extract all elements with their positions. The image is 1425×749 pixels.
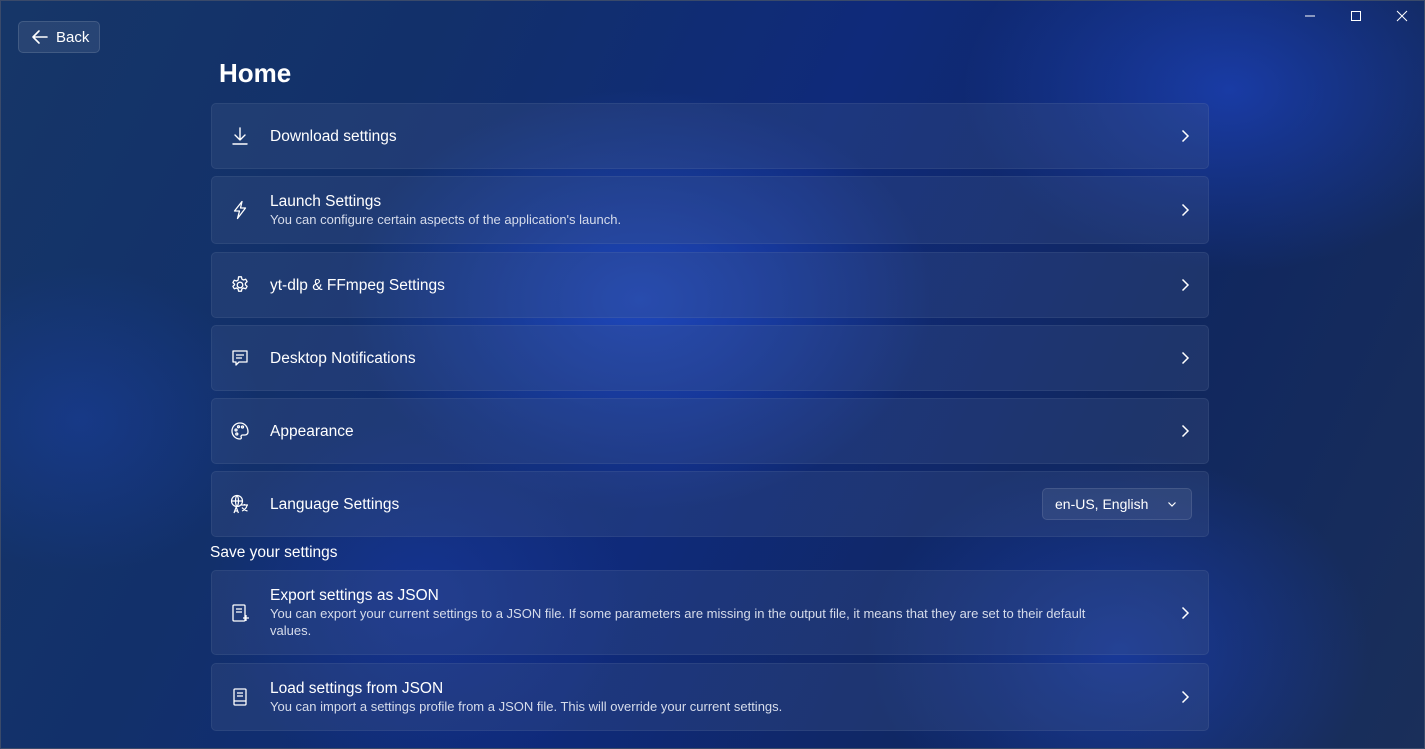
download-settings-card[interactable]: Download settings [211,103,1209,169]
chevron-right-icon [1178,606,1192,620]
lightning-icon [229,199,251,221]
card-title: Export settings as JSON [270,587,439,604]
page-title: Home [219,58,292,88]
save-section-label: Save your settings [210,544,338,561]
chevron-right-icon [1178,203,1192,217]
back-button[interactable]: Back [18,21,100,53]
chevron-right-icon [1178,351,1192,365]
card-title: Download settings [270,127,397,145]
maximize-button[interactable] [1333,0,1379,32]
close-button[interactable] [1379,0,1425,32]
card-title: Launch Settings [270,193,382,210]
chevron-right-icon [1178,278,1192,292]
card-description: You can export your current settings to … [270,606,1086,638]
card-title: yt-dlp & FFmpeg Settings [270,276,445,294]
window-controls [1287,0,1425,32]
chevron-right-icon [1178,129,1192,143]
language-dropdown[interactable]: en-US, English [1042,488,1192,520]
chevron-right-icon [1178,424,1192,438]
close-icon [1396,10,1408,22]
card-title: Load settings from JSON [270,680,444,697]
card-title: Appearance [270,422,354,440]
language-icon [229,493,251,515]
desktop-notifications-card[interactable]: Desktop Notifications [211,325,1209,391]
appearance-card[interactable]: Appearance [211,398,1209,464]
card-title: Desktop Notifications [270,349,416,367]
chevron-down-icon [1168,502,1176,507]
palette-icon [229,420,251,442]
language-settings-card: Language Settings en-US, English [211,471,1209,537]
ytdlp-ffmpeg-settings-card[interactable]: yt-dlp & FFmpeg Settings [211,252,1209,318]
load-settings-card[interactable]: Load settings from JSON You can import a… [211,663,1209,731]
card-title: Language Settings [270,495,400,513]
minimize-button[interactable] [1287,0,1333,32]
notification-icon [229,347,251,369]
export-icon [229,602,251,624]
arrow-left-icon [32,30,48,44]
export-settings-card[interactable]: Export settings as JSON You can export y… [211,570,1209,655]
card-description: You can configure certain aspects of the… [270,212,622,227]
back-label: Back [56,28,90,46]
download-icon [229,125,251,147]
maximize-icon [1351,11,1361,21]
import-icon [229,686,251,708]
gear-icon [229,274,251,296]
card-description: You can import a settings profile from a… [270,699,783,714]
launch-settings-card[interactable]: Launch Settings You can configure certai… [211,176,1209,244]
minimize-icon [1305,15,1315,17]
chevron-right-icon [1178,690,1192,704]
language-dropdown-value: en-US, English [1055,496,1149,512]
